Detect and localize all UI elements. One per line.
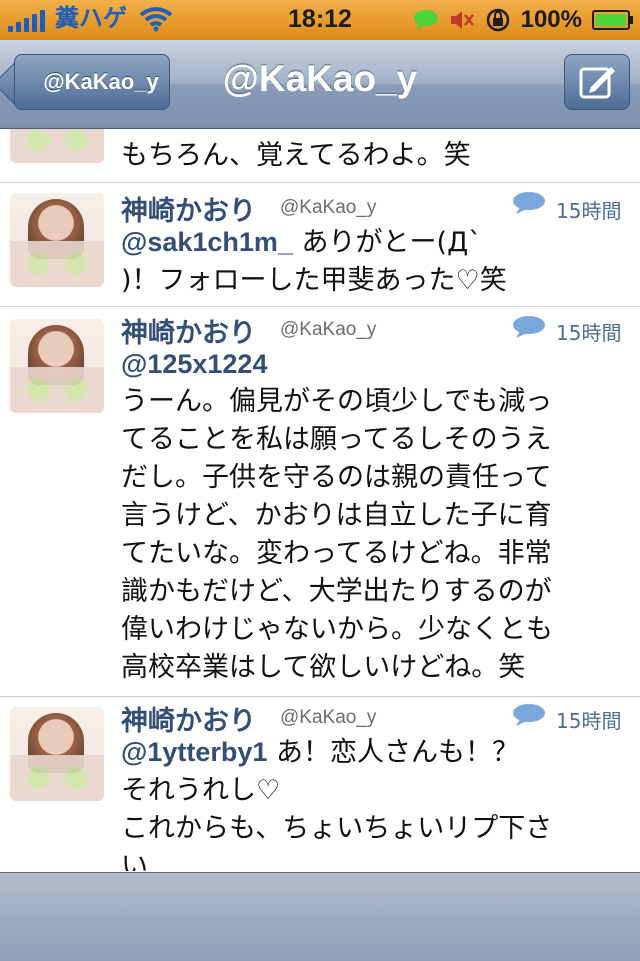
tweet-text: @sak1ch1m_ ありがとー(Д` )！フォローした甲斐あった♡笑 xyxy=(121,223,617,300)
battery-percent: 100% xyxy=(520,6,582,33)
avatar[interactable] xyxy=(10,193,104,287)
compose-button[interactable] xyxy=(564,54,630,110)
tweet-text-line: それうれし♡ xyxy=(121,775,281,806)
tweet-text-line: うーん。偏見がその頃少しでも減っ xyxy=(121,386,553,417)
tweet-author-handle: @KaKao_y xyxy=(280,197,377,218)
rotation-lock-icon xyxy=(486,8,509,32)
avatar[interactable] xyxy=(10,129,104,163)
tweet-time: 15時間 xyxy=(556,199,622,223)
tweet-row[interactable]: 神崎かおり @KaKao_y 15時間 @1ytterby1 あ！恋人さんも！？… xyxy=(0,697,640,871)
tweet-text-line: てたいな。変わってるけどね。非常 xyxy=(121,538,552,569)
tweet-text-line: だし。子供を守るのは親の責任って xyxy=(121,462,552,493)
tweet-text-line: 識かもだけど、大学出たりするのが xyxy=(121,576,552,607)
tweet-text-line: 高校卒業はして欲しいけどね。笑 xyxy=(121,652,526,683)
back-button-label: @KaKao_y xyxy=(43,69,159,94)
timeline[interactable]: もちろん、覚えてるわよ。笑 神崎かおり @KaKao_y 15時間 @sak1c… xyxy=(0,129,640,871)
tweet-text: @125x1224 うーん。偏見がその頃少しでも減っ てることを私は願ってるしそ… xyxy=(121,345,617,687)
tweet-mention[interactable]: @125x1224 xyxy=(121,345,617,383)
bottom-toolbar xyxy=(0,872,640,961)
tweet-text: @1ytterby1 あ！恋人さんも！？ それうれし♡ これからも、ちょいちょい… xyxy=(121,733,617,871)
tweet-time: 15時間 xyxy=(556,321,622,345)
back-button[interactable]: @KaKao_y xyxy=(14,54,170,110)
tweet-time: 15時間 xyxy=(556,709,622,733)
tweet-text-line: ありがとー(Д` xyxy=(292,227,482,258)
tweet-author-handle: @KaKao_y xyxy=(280,319,377,340)
tweet-row[interactable]: 神崎かおり @KaKao_y 15時間 @125x1224 うーん。偏見がその頃… xyxy=(0,307,640,697)
status-bar: 糞ハゲ 18:12 100% xyxy=(0,0,640,40)
tweet-mention[interactable]: @sak1ch1m_ xyxy=(121,227,293,257)
tweet-row[interactable]: 神崎かおり @KaKao_y 15時間 @sak1ch1m_ ありがとー(Д` … xyxy=(0,183,640,307)
avatar[interactable] xyxy=(10,319,104,413)
tweet-text-line: 言うけど、かおりは自立した子に育 xyxy=(121,500,552,531)
avatar[interactable] xyxy=(10,707,104,801)
compose-icon xyxy=(579,67,615,99)
chat-icon xyxy=(413,10,438,30)
tweet-text-line: 偉いわけじゃないから。少なくとも xyxy=(121,614,553,645)
mute-icon xyxy=(450,11,474,29)
tweet-text-line: あ！恋人さんも！？ xyxy=(267,737,519,768)
tweet-text-line: い xyxy=(121,851,148,871)
tweet-text-line: これからも、ちょいちょいリプ下さ xyxy=(121,813,553,844)
tweet-row[interactable]: もちろん、覚えてるわよ。笑 xyxy=(0,129,640,183)
nav-bar: @KaKao_y @KaKao_y xyxy=(0,40,640,129)
reply-bubble-icon xyxy=(513,316,545,338)
tweet-text-line: )！フォローした甲斐あった♡笑 xyxy=(121,265,507,296)
tweet-author-handle: @KaKao_y xyxy=(280,707,377,728)
reply-bubble-icon xyxy=(513,192,545,214)
tweet-text: もちろん、覚えてるわよ。笑 xyxy=(121,140,471,171)
battery-icon xyxy=(592,10,633,30)
reply-bubble-icon xyxy=(513,704,545,726)
tweet-mention[interactable]: @1ytterby1 xyxy=(121,737,267,767)
tweet-text-line: てることを私は願ってるしそのうえ xyxy=(121,424,552,455)
